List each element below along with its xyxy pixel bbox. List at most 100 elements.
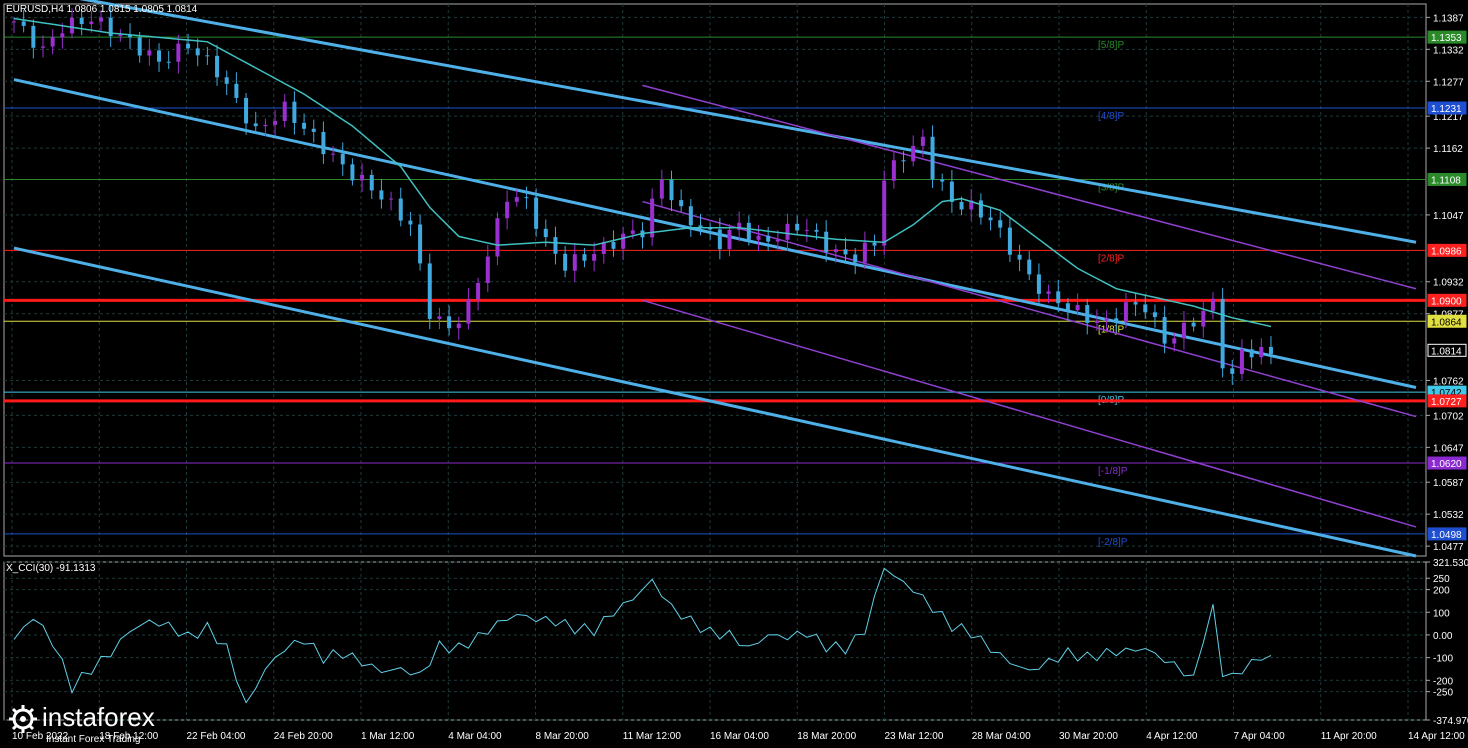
x-tick-label: 8 Mar 20:00	[536, 731, 590, 742]
candle-body	[746, 222, 751, 240]
murrey-level-label: [4/8]P	[1098, 111, 1124, 122]
candle-body	[1210, 298, 1215, 311]
candle-body	[949, 181, 954, 202]
candle-body	[737, 222, 742, 230]
y-tick-label: 1.0532	[1433, 510, 1464, 521]
price-tag-label: 1.0498	[1431, 530, 1462, 541]
candle-body	[563, 253, 568, 271]
cci-panel	[3, 561, 1427, 721]
candle-body	[1017, 254, 1022, 260]
candle-body	[688, 206, 693, 226]
murrey-level-label: [5/8]P	[1098, 40, 1124, 51]
candle-body	[775, 239, 780, 242]
y-tick-label: 1.1047	[1433, 211, 1464, 222]
candle-body	[1201, 310, 1206, 327]
candle-body	[833, 249, 838, 253]
y-tick-label: 1.1332	[1433, 45, 1464, 56]
candle-body	[447, 316, 452, 329]
x-tick-label: 11 Apr 20:00	[1321, 731, 1377, 742]
x-tick-label: 14 Apr 12:00	[1408, 731, 1465, 742]
candle-body	[369, 174, 374, 191]
candle-body	[824, 231, 829, 253]
candle-body	[920, 136, 925, 146]
x-tick-label: 18 Mar 20:00	[797, 731, 856, 742]
candle-body	[785, 223, 790, 240]
candle-body	[31, 25, 36, 48]
cci-y-tick-label: 0.00	[1433, 631, 1453, 642]
symbol-header: EURUSD,H4 1.0806 1.0815 1.0805 1.0814	[6, 4, 198, 15]
candle-body	[611, 241, 616, 249]
gear-logo-icon	[9, 705, 37, 733]
price-tag-label: 1.0986	[1431, 246, 1462, 257]
candle-body	[456, 323, 461, 329]
x-tick-label: 4 Mar 04:00	[448, 731, 502, 742]
candle-body	[872, 242, 877, 246]
candle-body	[244, 97, 249, 124]
candle-body	[1152, 312, 1157, 318]
candle-body	[1027, 259, 1032, 275]
candle-body	[1133, 302, 1138, 305]
candle-body	[79, 17, 84, 25]
candle-body	[89, 21, 94, 25]
candle-body	[282, 101, 287, 121]
candle-body	[505, 201, 510, 219]
candle-body	[195, 48, 200, 56]
logo-word: instaforex	[42, 702, 155, 732]
channel-line	[79, 0, 1417, 244]
logo-tagline: Instant Forex Trading	[46, 734, 141, 745]
candle-body	[485, 256, 490, 283]
x-tick-label: 16 Mar 04:00	[710, 731, 769, 742]
y-tick-label: 1.0587	[1433, 478, 1464, 489]
candle-body	[1143, 304, 1148, 313]
candle-body	[669, 179, 674, 201]
candle-body	[659, 179, 664, 199]
candle-body	[166, 61, 171, 63]
candle-body	[253, 123, 258, 127]
cci-y-tick-label: 200	[1433, 586, 1450, 597]
candle-body	[147, 50, 152, 56]
candle-body	[273, 120, 278, 125]
candle-body	[621, 233, 626, 249]
candle-body	[514, 197, 519, 202]
candle-body	[1075, 305, 1080, 311]
murrey-level-label: [2/8]P	[1098, 253, 1124, 264]
x-tick-label: 1 Mar 12:00	[361, 731, 415, 742]
price-tag-label: 1.1353	[1431, 33, 1462, 44]
candle-body	[891, 160, 896, 181]
x-tick-label: 30 Mar 20:00	[1059, 731, 1118, 742]
candle-body	[766, 235, 771, 242]
candle-body	[1230, 368, 1235, 374]
candle-body	[41, 46, 46, 48]
cci-y-tick-label: 321.5307	[1433, 558, 1468, 569]
candle-body	[1114, 318, 1119, 322]
candle-body	[592, 253, 597, 261]
y-tick-label: 1.0647	[1433, 443, 1464, 454]
candle-body	[321, 131, 326, 155]
candle-body	[1162, 317, 1167, 344]
candle-body	[1268, 346, 1273, 354]
candle-body	[340, 153, 345, 165]
candle-body	[1104, 318, 1109, 321]
cci-y-tick-label: -200	[1433, 676, 1453, 687]
price-tag-label: 1.0814	[1431, 346, 1462, 357]
candle-body	[1220, 298, 1225, 369]
candle-body	[176, 43, 181, 62]
candle-body	[1007, 227, 1012, 255]
candle-body	[679, 200, 684, 207]
candle-body	[988, 217, 993, 221]
cci-y-tick-label: -374.9704	[1433, 716, 1468, 727]
candle-body	[524, 197, 529, 199]
chart-canvas[interactable]: [5/8]P[4/8]P[3/8]P[2/8]P[1/8]P[0/8]P[-1/…	[0, 0, 1468, 748]
candle-body	[1046, 291, 1051, 294]
candle-body	[60, 33, 65, 38]
candle-body	[476, 282, 481, 300]
candle-body	[1065, 303, 1070, 311]
y-tick-label: 1.1277	[1433, 77, 1464, 88]
price-tag-label: 1.1231	[1431, 104, 1462, 115]
candle-body	[882, 180, 887, 246]
candle-body	[118, 34, 123, 37]
cci-line	[13, 567, 1272, 704]
candle-body	[157, 50, 162, 62]
cci-y-tick-label: 100	[1433, 608, 1450, 619]
candle-body	[911, 145, 916, 162]
